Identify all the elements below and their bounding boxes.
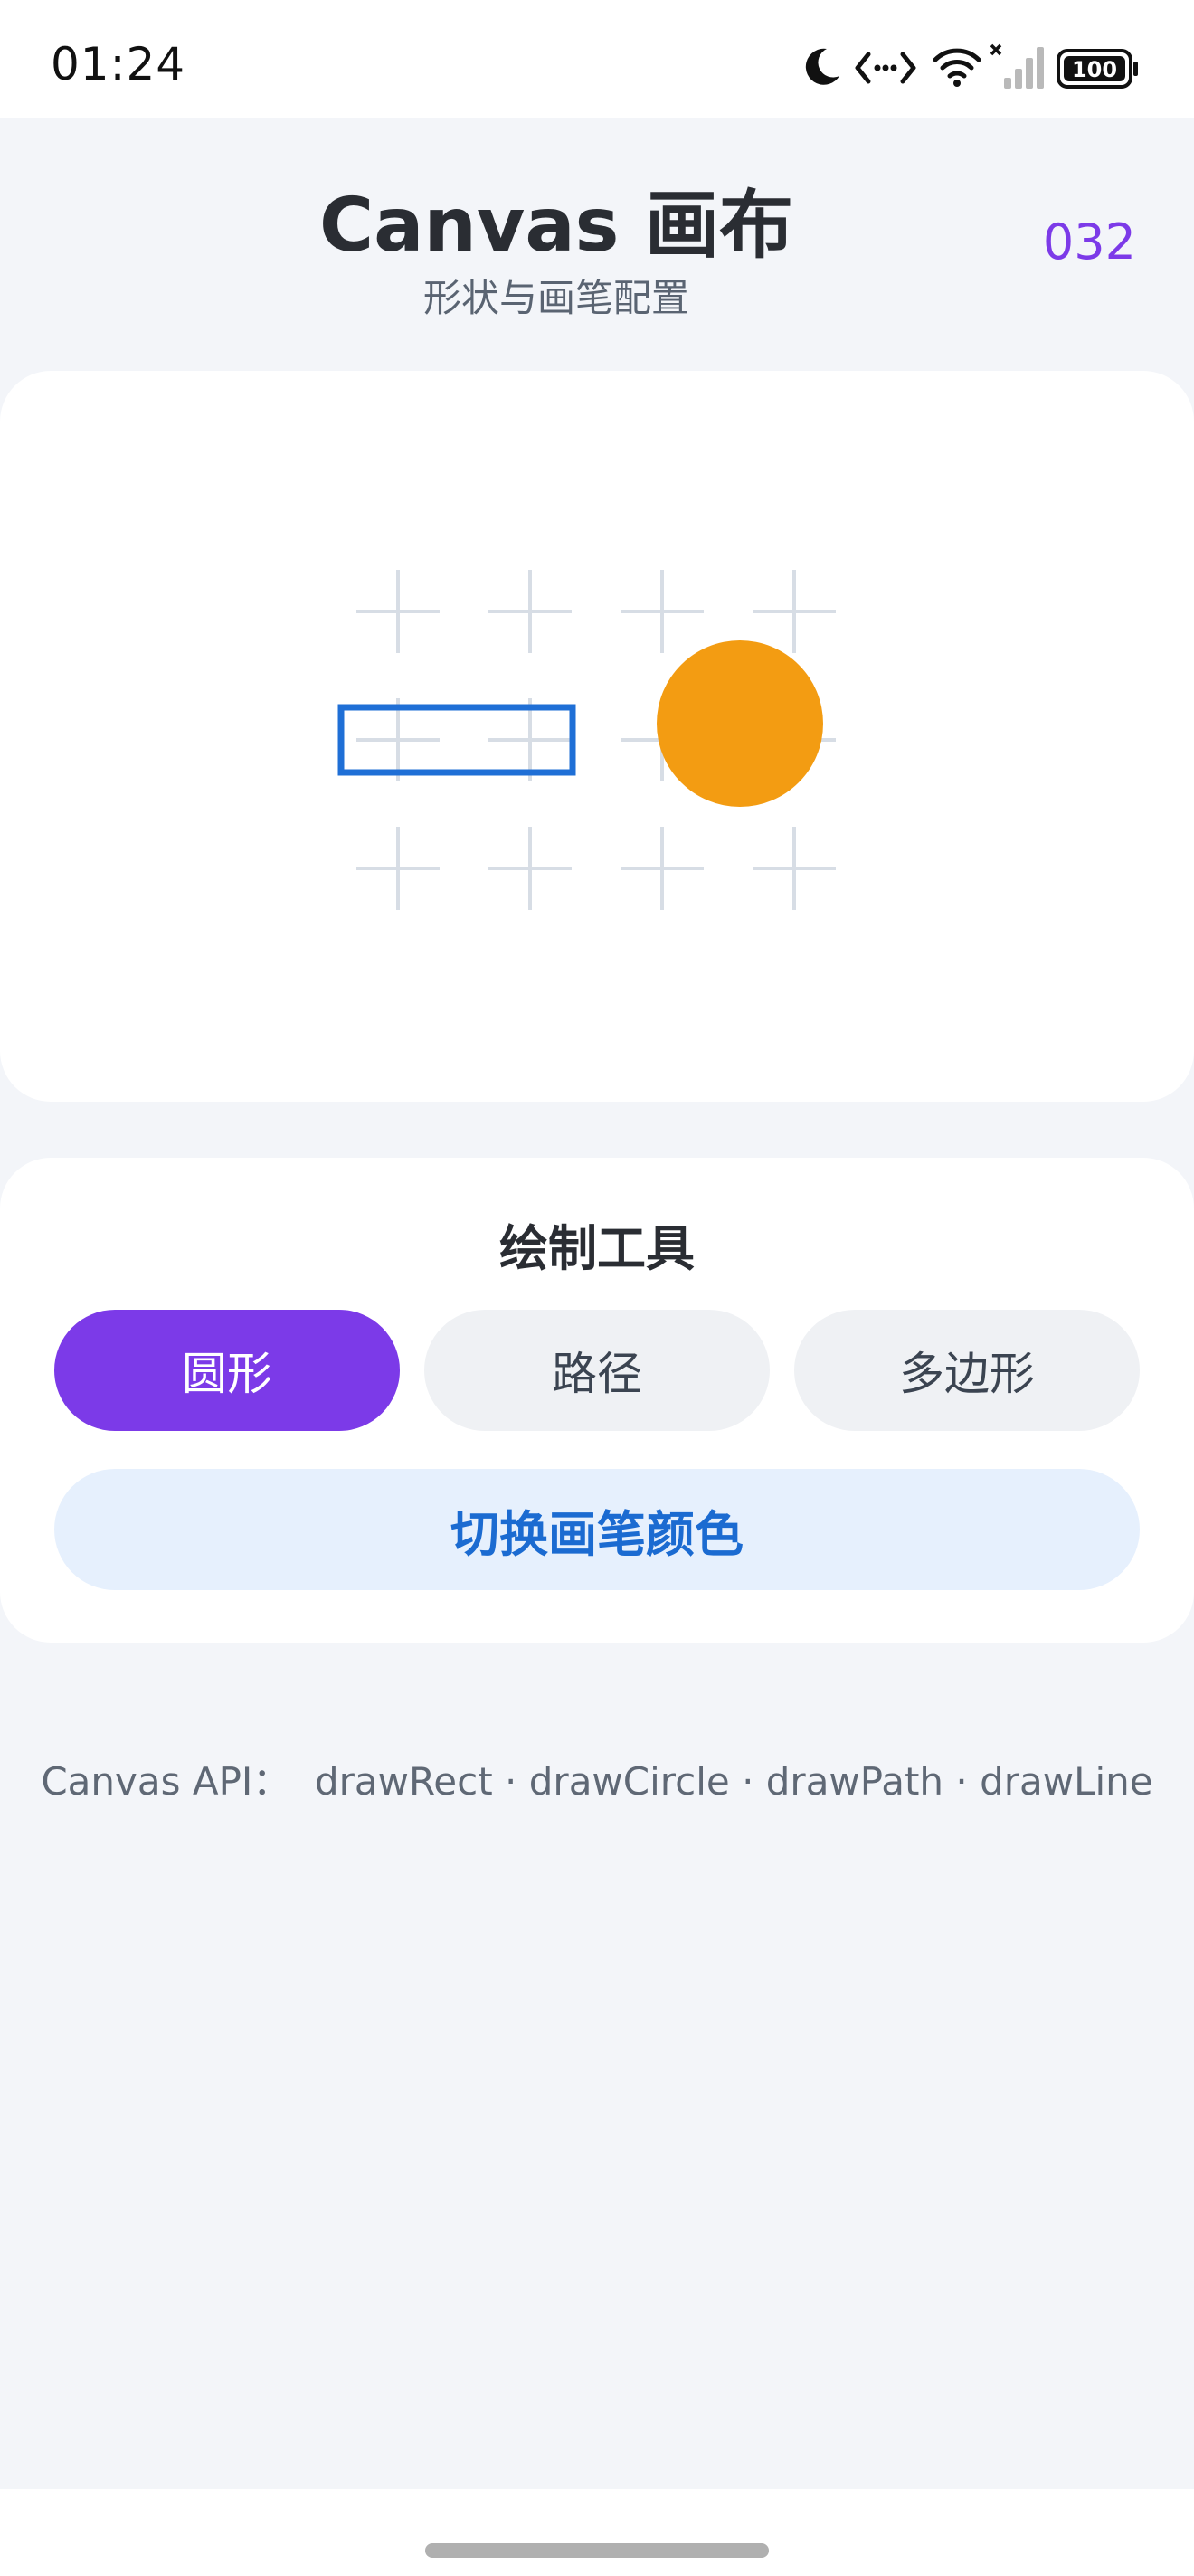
grid-plus-marker xyxy=(356,698,440,781)
status-bar: 01:24 100 xyxy=(0,0,1194,118)
grid-plus-marker xyxy=(753,570,836,653)
battery-icon: 100 xyxy=(1057,49,1138,89)
tool-polygon-button[interactable]: 多边形 xyxy=(794,1310,1140,1431)
circle-shape xyxy=(657,640,823,807)
moon-icon xyxy=(805,48,839,85)
tool-circle-button[interactable]: 圆形 xyxy=(54,1310,400,1431)
status-time: 01:24 xyxy=(51,38,186,90)
page-subtitle: 形状与画笔配置 xyxy=(422,276,689,320)
home-indicator[interactable] xyxy=(425,2543,769,2558)
counter-label: 032 xyxy=(1042,213,1136,270)
network-arrows-icon xyxy=(855,52,916,84)
grid-plus-marker xyxy=(753,827,836,910)
grid-plus-marker xyxy=(621,827,704,910)
status-icons: 100 xyxy=(800,40,1143,103)
tools-card: 绘制工具 圆形 路径 多边形 切换画笔颜色 xyxy=(0,1158,1194,1643)
canvas-card[interactable] xyxy=(0,371,1194,1102)
wifi-icon xyxy=(933,48,981,87)
signal-icon xyxy=(990,43,1044,89)
grid-plus-marker xyxy=(488,827,572,910)
grid-plus-marker xyxy=(488,570,572,653)
battery-level: 100 xyxy=(1072,57,1117,82)
api-footer-text: Canvas API： drawRect · drawCircle · draw… xyxy=(41,1759,1153,1804)
grid-plus-marker xyxy=(621,570,704,653)
toggle-brush-color-button[interactable]: 切换画笔颜色 xyxy=(54,1469,1140,1590)
tools-title: 绘制工具 xyxy=(499,1220,695,1277)
tool-path-button[interactable]: 路径 xyxy=(424,1310,770,1431)
drawing-canvas[interactable] xyxy=(0,371,1194,1102)
grid-plus-marker xyxy=(488,698,572,781)
grid-plus-marker xyxy=(356,570,440,653)
page-title: Canvas 画布 xyxy=(318,183,794,269)
navigation-bar xyxy=(0,2489,1194,2576)
grid-plus-marker xyxy=(356,827,440,910)
